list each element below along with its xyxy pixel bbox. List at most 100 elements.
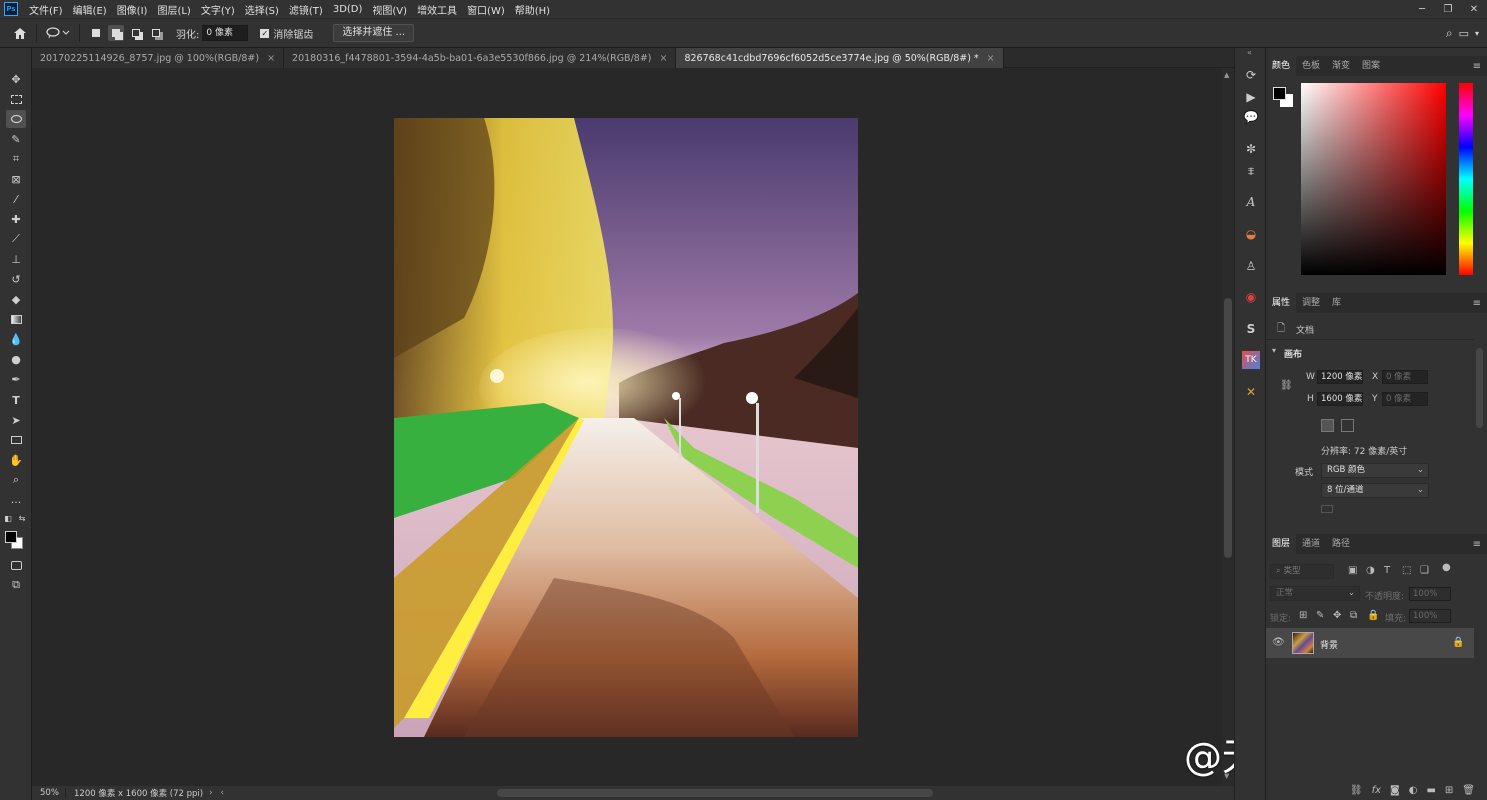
restore-icon[interactable]: ❐ <box>1435 4 1461 15</box>
select-and-mask-button[interactable]: 选择并遮住 ... <box>333 24 415 42</box>
lock-transparent-icon[interactable]: ⊞ <box>1299 610 1307 621</box>
tab-gradients[interactable]: 渐变 <box>1326 56 1356 76</box>
color-plugin-icon[interactable]: ◉ <box>1242 288 1260 306</box>
chevron-right-icon[interactable]: › <box>209 788 212 798</box>
blur-tool-icon[interactable]: 💧 <box>6 330 26 348</box>
menu-filter[interactable]: 滤镜(T) <box>284 2 328 17</box>
tab-document-1[interactable]: 20170225114926_8757.jpg @ 100%(RGB/8#) × <box>32 48 285 68</box>
canvas-area[interactable] <box>32 68 1222 786</box>
adjustment-filter-icon[interactable]: ◑ <box>1366 565 1375 576</box>
layer-filter-select[interactable]: ⌕ 类型 <box>1270 564 1334 579</box>
landscape-orientation-icon[interactable] <box>1341 419 1354 432</box>
fill-input[interactable]: 100% <box>1409 609 1451 623</box>
link-layers-icon[interactable]: ⛓ <box>1350 785 1363 796</box>
color-field[interactable] <box>1301 83 1446 275</box>
menu-3d[interactable]: 3D(D) <box>328 4 368 15</box>
scroll-up-icon[interactable]: ▲ <box>1224 71 1229 79</box>
layer-name[interactable]: 背景 <box>1320 638 1338 651</box>
zoom-level[interactable]: 50% <box>32 788 66 798</box>
marquee-tool-icon[interactable] <box>6 90 26 108</box>
search-icon[interactable]: ⌕ <box>1446 26 1453 41</box>
panel-menu-icon[interactable]: ≡ <box>1473 298 1481 309</box>
tk-plugin-icon[interactable]: TK <box>1242 351 1260 369</box>
path-select-tool-icon[interactable]: ➤ <box>6 411 26 429</box>
tab-properties[interactable]: 属性 <box>1266 293 1297 313</box>
portrait-orientation-icon[interactable] <box>1321 419 1334 432</box>
layer-row-background[interactable]: 👁 背景 🔒 <box>1266 628 1474 658</box>
lock-position-icon[interactable]: ✥ <box>1333 610 1341 621</box>
tab-adjustments[interactable]: 调整 <box>1296 293 1326 313</box>
image-filter-icon[interactable]: ▣ <box>1348 565 1357 576</box>
panel-menu-icon[interactable]: ≡ <box>1473 61 1481 72</box>
lock-icon[interactable]: 🔒 <box>1452 637 1464 648</box>
chevron-down-icon[interactable]: ▾ <box>1272 346 1276 355</box>
vertical-scrollbar[interactable]: ▲ ▼ <box>1222 68 1234 786</box>
type-filter-icon[interactable]: T <box>1384 565 1390 576</box>
more-tools-icon[interactable]: ··· <box>6 493 26 511</box>
tab-channels[interactable]: 通道 <box>1296 534 1326 554</box>
horizontal-scroll-thumb[interactable] <box>497 789 933 797</box>
menu-file[interactable]: 文件(F) <box>24 2 68 17</box>
vertical-scroll-thumb[interactable] <box>1224 298 1232 558</box>
add-mask-icon[interactable]: ◙ <box>1390 785 1400 796</box>
tab-swatches[interactable]: 色板 <box>1296 56 1326 76</box>
frame-tool-icon[interactable]: ⊠ <box>6 170 26 188</box>
menu-plugins[interactable]: 增效工具 <box>412 2 462 17</box>
tab-document-3[interactable]: 826768c41cdbd7696cf6052d5ce3774e.jpg @ 5… <box>676 48 1004 68</box>
character-icon[interactable]: A <box>1242 193 1260 211</box>
document-image[interactable] <box>394 118 858 737</box>
type-tool-icon[interactable]: T <box>6 391 26 409</box>
move-tool-icon[interactable]: ✥ <box>6 70 26 88</box>
foreground-color-chip[interactable] <box>1273 87 1286 100</box>
healing-brush-tool-icon[interactable]: ✚ <box>6 210 26 228</box>
intersect-selection-icon[interactable] <box>148 25 164 41</box>
close-icon[interactable]: × <box>659 53 667 64</box>
menu-view[interactable]: 视图(V) <box>367 2 412 17</box>
menu-image[interactable]: 图像(I) <box>112 2 153 17</box>
width-input[interactable]: 1200 像素 <box>1317 370 1363 384</box>
feather-input[interactable]: 0 像素 <box>202 25 249 41</box>
menu-type[interactable]: 文字(Y) <box>196 2 240 17</box>
minimize-icon[interactable]: ─ <box>1409 4 1435 15</box>
adjustment-layer-icon[interactable]: ◐ <box>1409 785 1418 796</box>
link-icon[interactable]: ⛓ <box>1280 380 1293 391</box>
zoom-tool-icon[interactable]: ⌕ <box>6 471 26 489</box>
hand-tool-icon[interactable]: ✋ <box>6 451 26 469</box>
menu-layer[interactable]: 图层(L) <box>152 2 195 17</box>
subtract-selection-icon[interactable] <box>128 25 144 41</box>
y-input[interactable]: 0 像素 <box>1382 392 1428 406</box>
plugin-icon[interactable]: ◒ <box>1242 225 1260 243</box>
bit-depth-select[interactable]: 8 位/通道 ⌄ <box>1321 483 1429 498</box>
smart-object-filter-icon[interactable]: ❏ <box>1420 565 1429 576</box>
collapse-icon[interactable]: « <box>1247 48 1252 57</box>
home-icon[interactable] <box>10 23 30 43</box>
close-icon[interactable]: ✕ <box>1461 4 1487 15</box>
default-colors-icon[interactable]: ◧ <box>2 513 14 523</box>
trash-icon[interactable]: 🗑 <box>1462 785 1475 796</box>
close-icon[interactable]: × <box>267 53 275 64</box>
comments-icon[interactable]: 💬 <box>1242 108 1260 126</box>
properties-scrollbar[interactable] <box>1476 348 1483 428</box>
actions-icon[interactable]: ▶ <box>1242 88 1260 106</box>
tab-patterns[interactable]: 图案 <box>1356 56 1386 76</box>
scroll-left-icon[interactable]: ‹ <box>221 788 224 798</box>
pen-tool-icon[interactable]: ✒ <box>6 370 26 388</box>
menu-select[interactable]: 选择(S) <box>240 2 284 17</box>
opacity-input[interactable]: 100% <box>1409 587 1451 601</box>
shape-filter-icon[interactable]: ⬚ <box>1402 565 1411 576</box>
clone-stamp-tool-icon[interactable]: ⊥ <box>6 250 26 268</box>
tab-color[interactable]: 颜色 <box>1266 56 1297 76</box>
quick-select-tool-icon[interactable]: ✎ <box>6 130 26 148</box>
fx-icon[interactable]: fx <box>1372 785 1381 796</box>
tools-plugin-icon[interactable]: ✕ <box>1242 383 1260 401</box>
new-selection-icon[interactable] <box>88 25 104 41</box>
s-plugin-icon[interactable]: S <box>1242 320 1260 338</box>
brush-tool-icon[interactable]: ⟋ <box>6 230 26 248</box>
antialias-checkbox[interactable]: ✓ <box>260 28 270 38</box>
styles-icon[interactable]: ♙ <box>1242 257 1260 275</box>
eyedropper-tool-icon[interactable]: ⁄ <box>6 190 26 208</box>
history-brush-tool-icon[interactable]: ↺ <box>6 270 26 288</box>
height-input[interactable]: 1600 像素 <box>1317 392 1363 406</box>
history-icon[interactable]: ⟳ <box>1242 66 1260 84</box>
tab-layers[interactable]: 图层 <box>1266 534 1297 554</box>
